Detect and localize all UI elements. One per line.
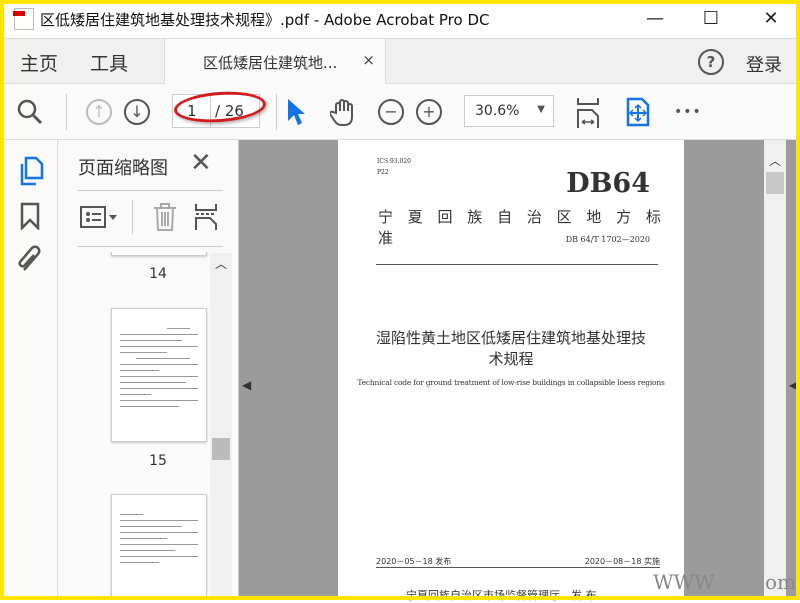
previous-page-icon[interactable]: ↑ [86, 96, 112, 128]
insert-page-icon[interactable] [194, 202, 218, 236]
zoom-value: 30.6% [475, 103, 520, 119]
navigation-rail [0, 140, 58, 600]
zoom-level-dropdown[interactable]: 30.6% ▼ [464, 95, 554, 127]
collapse-panel-icon[interactable]: ◀ [242, 378, 251, 392]
thumbnail-page[interactable] [111, 252, 207, 256]
toolbar: ↑ ↓ − + ••• [0, 84, 800, 140]
thumbnail-list: 14 15 [58, 252, 210, 600]
watermark-text: WWW [653, 570, 715, 594]
thumbnail-label: 15 [149, 453, 167, 469]
tab-home[interactable]: 主页 [20, 49, 58, 76]
title-cn-line1: 湿陷性黄土地区低矮居住建筑地基处理技 [375, 329, 646, 347]
title-cn-line2: 术规程 [488, 350, 534, 368]
thumbnail-label: 14 [149, 266, 167, 282]
pdf-page: ICS 93.020 P22 DB64 宁 夏 回 族 自 治 区 地 方 标 … [338, 140, 684, 602]
tab-tools[interactable]: 工具 [90, 49, 128, 76]
close-button[interactable]: ✕ [756, 6, 786, 32]
document-tab-label: 区低矮居住建筑地... [203, 54, 338, 72]
thumbnail-page[interactable] [111, 308, 207, 442]
document-scrollbar[interactable]: ︿ [764, 140, 786, 600]
next-page-icon[interactable]: ↓ [124, 96, 150, 128]
bookmark-icon[interactable] [20, 202, 40, 234]
scroll-mode-icon[interactable] [626, 96, 650, 128]
login-button[interactable]: 登录 [746, 51, 782, 77]
attachment-icon[interactable] [16, 244, 44, 278]
pdf-file-icon [13, 8, 34, 30]
class-code: P22 [377, 169, 389, 176]
zoom-out-icon[interactable]: − [378, 96, 404, 128]
document-view: ICS 93.020 P22 DB64 宁 夏 回 族 自 治 区 地 方 标 … [238, 140, 800, 602]
expand-right-pane-icon[interactable]: ◀ [789, 378, 798, 392]
more-tools-icon[interactable]: ••• [674, 96, 702, 128]
select-cursor-icon[interactable] [286, 96, 306, 128]
thumbnail-page[interactable] [111, 494, 207, 600]
minimize-button[interactable]: — [640, 6, 670, 32]
issue-date: 2020－05－18 发布 [376, 557, 452, 566]
scrollbar-thumb[interactable] [766, 172, 784, 194]
publisher: 宁夏回族自治区市场监督管理厅 发 布 [406, 589, 597, 602]
tab-bar: 主页 工具 区低矮居住建筑地... × ? 登录 [0, 38, 800, 85]
title-bar: 区低矮居住建筑地基处理技术规程》.pdf - Adobe Acrobat Pro… [0, 0, 800, 38]
thumbnail-options-icon[interactable] [80, 204, 118, 234]
scrollbar-thumb[interactable] [212, 438, 230, 460]
delete-page-icon[interactable] [152, 202, 178, 236]
standard-code: DB64 [566, 168, 650, 199]
watermark-text: om [765, 570, 797, 594]
close-tab-icon[interactable]: × [362, 51, 375, 69]
window-title: 区低矮居住建筑地基处理技术规程》.pdf - Adobe Acrobat Pro… [40, 10, 490, 29]
implementation-date: 2020－08－18 实施 [584, 557, 660, 566]
help-icon[interactable]: ? [698, 49, 724, 75]
fit-page-icon[interactable] [576, 96, 602, 128]
page-thumbnails-icon[interactable] [18, 156, 44, 190]
ics-code: ICS 93.020 [377, 158, 411, 165]
close-panel-icon[interactable]: ✕ [190, 148, 212, 178]
panel-scrollbar[interactable]: ︿ [210, 253, 232, 600]
standard-number: DB 64/T 1702—2020 [565, 235, 650, 244]
chevron-down-icon: ▼ [537, 104, 545, 115]
zoom-in-icon[interactable]: + [416, 96, 442, 128]
tab-document[interactable]: 区低矮居住建筑地... × [164, 39, 386, 85]
title-en: Technical code for ground treatment of l… [357, 378, 665, 387]
maximize-button[interactable]: ☐ [696, 6, 726, 32]
scroll-up-icon[interactable]: ︿ [215, 255, 227, 272]
panel-title: 页面缩略图 [78, 158, 168, 179]
hand-tool-icon[interactable] [330, 96, 358, 128]
scroll-up-icon[interactable]: ︿ [769, 152, 781, 169]
search-icon[interactable] [16, 96, 44, 128]
